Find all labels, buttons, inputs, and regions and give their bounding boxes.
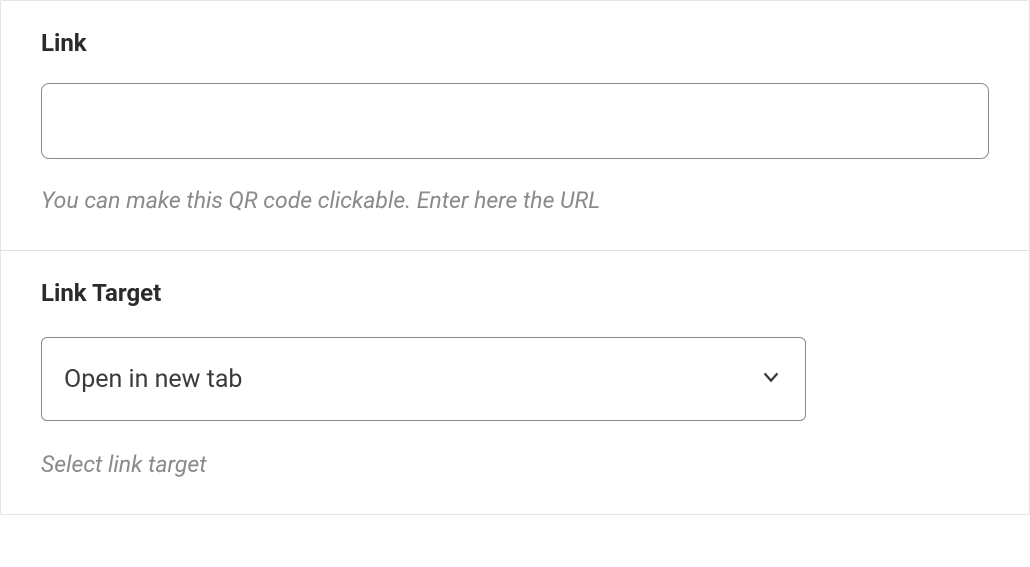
link-input[interactable] (41, 83, 989, 159)
link-label: Link (41, 29, 989, 57)
link-target-help-text: Select link target (41, 451, 989, 478)
link-target-label: Link Target (41, 279, 989, 307)
link-target-section: Link Target Open in new tab Select link … (1, 250, 1029, 514)
link-target-select-wrapper: Open in new tab (41, 337, 806, 421)
link-section: Link You can make this QR code clickable… (1, 1, 1029, 250)
link-target-selected-value: Open in new tab (64, 365, 242, 394)
settings-panel: Link You can make this QR code clickable… (0, 0, 1030, 515)
link-help-text: You can make this QR code clickable. Ent… (41, 187, 989, 214)
link-target-select[interactable]: Open in new tab (41, 337, 806, 421)
